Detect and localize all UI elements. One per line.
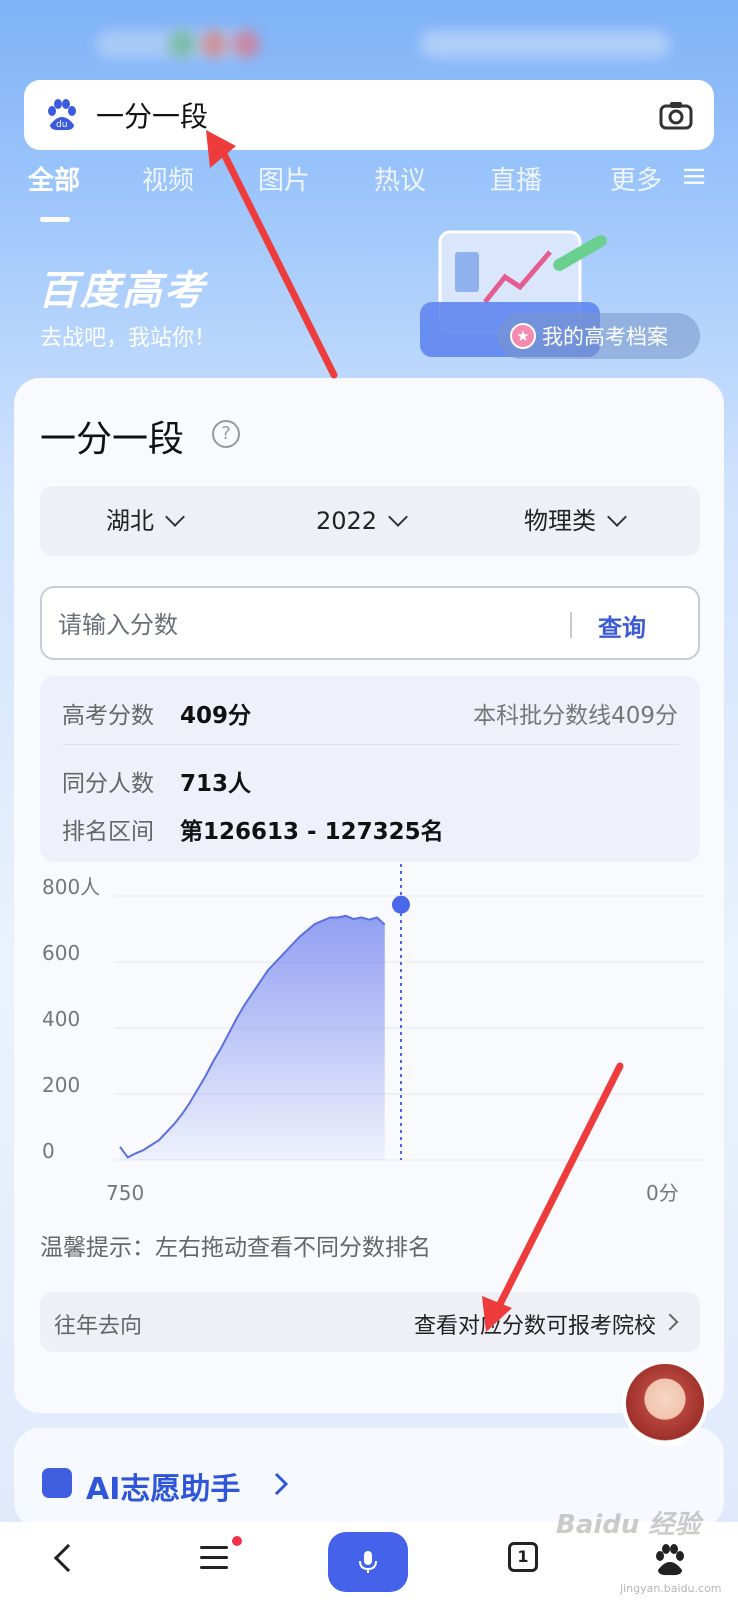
score-input-box: 查询 <box>40 586 700 660</box>
score-label: 高考分数 <box>62 703 154 729</box>
assistant-avatar[interactable] <box>622 1360 708 1446</box>
input-divider <box>570 612 572 638</box>
back-icon[interactable] <box>53 1543 83 1573</box>
year-select[interactable]: 2022 <box>316 486 408 556</box>
status-blur <box>200 30 228 58</box>
y-tick-label: 600 <box>42 941 80 965</box>
province-value: 湖北 <box>106 507 154 535</box>
y-tick-label: 0 <box>42 1139 55 1163</box>
query-button[interactable]: 查询 <box>598 608 646 643</box>
chevron-right-icon <box>661 1313 679 1331</box>
marker-dot <box>392 895 410 914</box>
svg-text:du: du <box>56 120 67 130</box>
watermark: Baidu 经验 <box>556 1510 701 1540</box>
voice-search-button[interactable] <box>328 1532 408 1592</box>
y-tick-label: 800人 <box>42 875 100 899</box>
past-label: 往年去向 <box>54 1314 143 1339</box>
same-score-label: 同分人数 <box>62 771 154 797</box>
ai-assistant-title[interactable]: AI志愿助手 <box>86 1464 240 1508</box>
rank-range-label: 排名区间 <box>62 819 154 845</box>
banner-title: 百度高考 <box>38 268 206 314</box>
chevron-right-icon <box>274 1472 288 1496</box>
chevron-down-icon <box>388 507 408 527</box>
tab-video[interactable]: 视频 <box>142 160 194 197</box>
search-query[interactable]: 一分一段 <box>96 95 658 135</box>
status-bar <box>0 0 738 80</box>
same-score-value: 713人 <box>180 771 252 797</box>
feed-menu-icon[interactable] <box>200 1546 228 1576</box>
result-divider <box>62 744 678 745</box>
camera-icon[interactable] <box>658 97 694 133</box>
status-blur <box>420 30 670 58</box>
tab-live[interactable]: 直播 <box>490 160 542 197</box>
star-icon: ★ <box>510 323 536 349</box>
notification-dot <box>232 1536 242 1546</box>
score-value: 409分 <box>180 703 252 729</box>
my-exam-archive-button[interactable]: ★ 我的高考档案 <box>498 313 700 359</box>
baidu-home-icon[interactable] <box>652 1542 688 1578</box>
tab-all[interactable]: 全部 <box>28 160 80 197</box>
schools-link[interactable]: 查看对应分数可报考院校 <box>414 1308 656 1340</box>
microphone-icon <box>359 1551 377 1573</box>
y-tick-label: 200 <box>42 1073 80 1097</box>
banner-subtitle: 去战吧，我站你！ <box>40 326 217 351</box>
status-blur <box>168 30 196 58</box>
x-tick-label: 0分 <box>646 1181 679 1205</box>
baidu-paw-icon: du <box>48 99 76 131</box>
rank-range-value: 第126613 - 127325名 <box>180 819 444 845</box>
score-rank-card: 一分一段 ? 湖北 2022 物理类 查询 高考分数 409分 本科批分数线40… <box>14 378 724 1413</box>
past-destination-row[interactable]: 往年去向 查看对应分数可报考院校 <box>40 1292 700 1352</box>
status-blur <box>232 30 260 58</box>
search-bar[interactable]: du 一分一段 <box>24 80 714 150</box>
batch-line-note: 本科批分数线409分 <box>473 703 678 729</box>
tab-more[interactable]: 更多 <box>610 160 662 197</box>
chevron-down-icon <box>607 507 627 527</box>
chevron-down-icon <box>165 507 185 527</box>
watermark-url: jingyan.baidu.com <box>620 1582 722 1595</box>
year-value: 2022 <box>316 507 378 535</box>
series-area <box>120 915 385 1160</box>
tab-images[interactable]: 图片 <box>258 160 310 197</box>
drag-tip: 温馨提示：左右拖动查看不同分数排名 <box>40 1235 431 1261</box>
help-icon[interactable]: ? <box>212 420 240 448</box>
menu-icon[interactable] <box>684 166 706 188</box>
ai-sparkle-icon <box>42 1468 72 1498</box>
subject-select[interactable]: 物理类 <box>524 486 627 556</box>
x-tick-label: 750 <box>106 1181 144 1205</box>
tab-discussion[interactable]: 热议 <box>374 160 426 197</box>
filter-row: 湖北 2022 物理类 <box>40 486 700 556</box>
archive-label: 我的高考档案 <box>542 325 668 349</box>
result-box: 高考分数 409分 本科批分数线409分 同分人数 713人 排名区间 第126… <box>40 676 700 862</box>
subject-value: 物理类 <box>524 507 596 535</box>
active-tab-indicator <box>40 217 70 222</box>
y-tick-label: 400 <box>42 1007 80 1031</box>
score-distribution-chart[interactable]: 800人 600 400 200 0 750 0分 <box>14 860 724 1220</box>
score-input[interactable] <box>58 606 538 644</box>
province-select[interactable]: 湖北 <box>106 486 185 556</box>
card-title: 一分一段 <box>40 419 185 460</box>
tabs-count-button[interactable]: 1 <box>508 1542 538 1572</box>
